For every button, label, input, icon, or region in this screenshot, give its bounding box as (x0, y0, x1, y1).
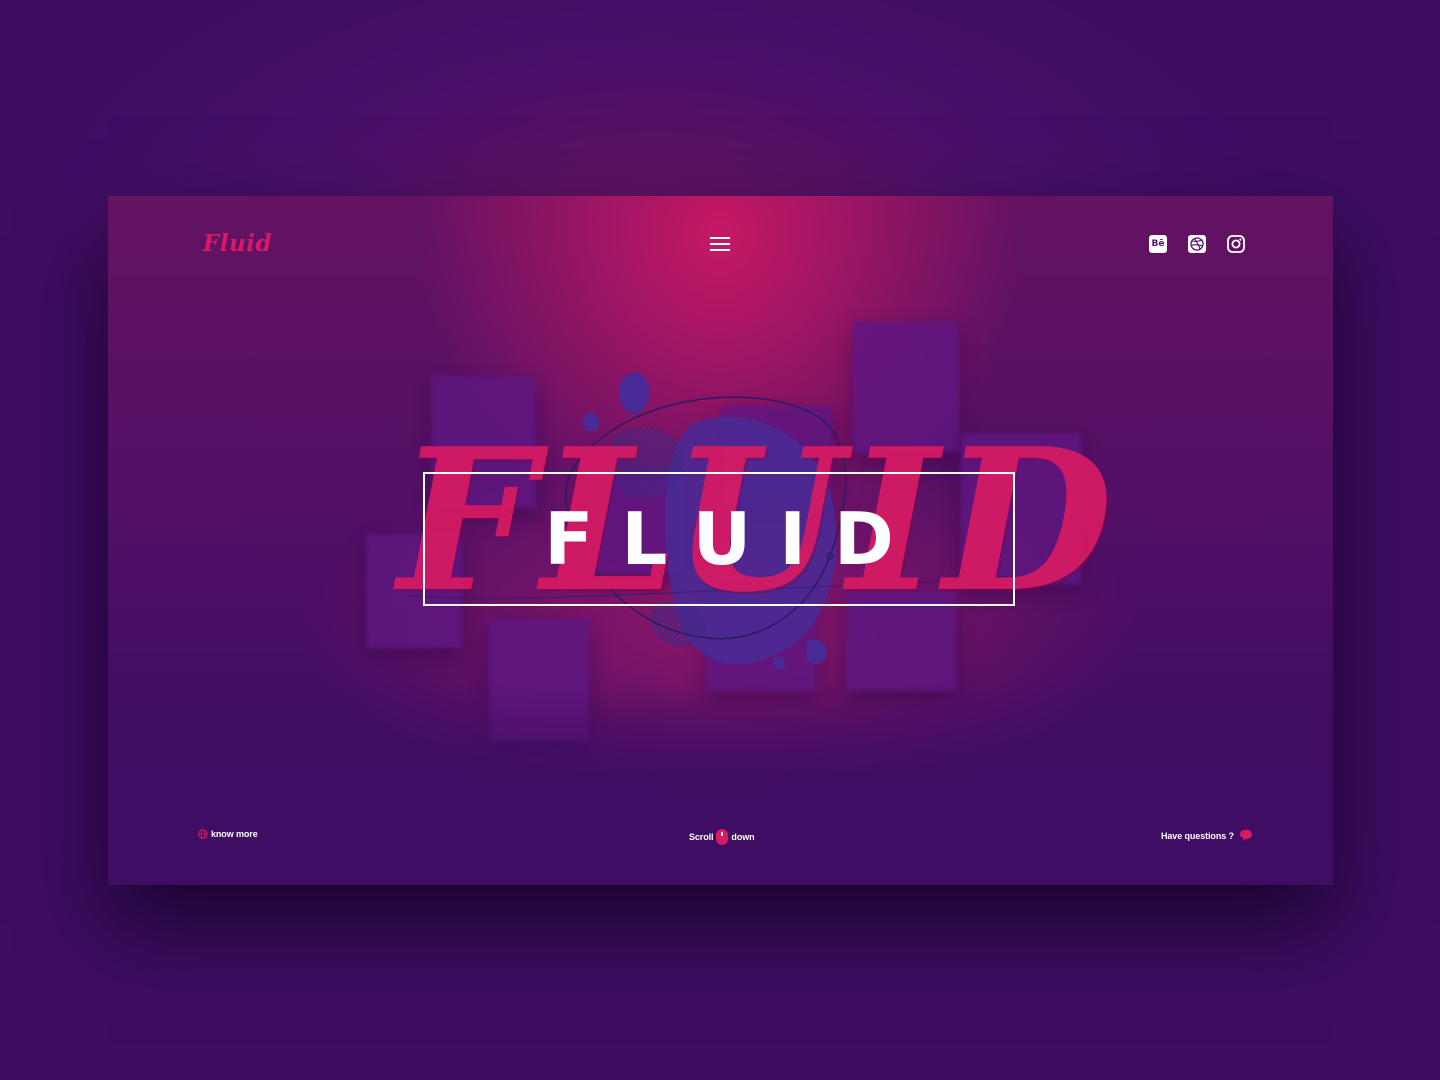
know-more-label: know more (211, 829, 258, 839)
have-questions-link[interactable]: Have questions ? (1161, 829, 1253, 842)
mouse-icon (716, 829, 729, 845)
hero-title: FLUID (544, 497, 922, 581)
instagram-icon[interactable] (1227, 235, 1245, 253)
scroll-down-indicator[interactable]: Scroll down (689, 829, 755, 845)
logo[interactable]: Fluid (203, 230, 272, 257)
chat-icon (1239, 829, 1252, 841)
questions-label: Have questions ? (1161, 830, 1234, 841)
hamburger-menu-icon[interactable] (710, 236, 730, 252)
dribbble-icon[interactable] (1188, 235, 1206, 253)
hero-stage: FLUID FLUID Fluid Bē know more Scroll do… (108, 196, 1333, 885)
scroll-label: Scroll (689, 832, 714, 842)
behance-icon[interactable]: Bē (1149, 235, 1167, 253)
down-label: down (731, 832, 755, 842)
globe-icon (198, 829, 208, 839)
know-more-link[interactable]: know more (198, 829, 258, 839)
